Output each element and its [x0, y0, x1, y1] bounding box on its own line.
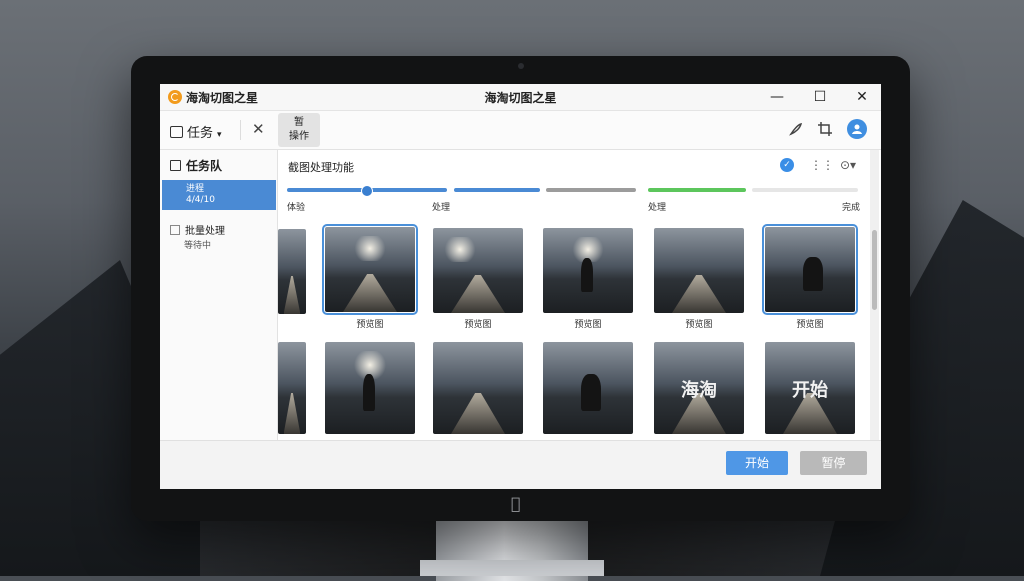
progress-slider-handle[interactable]	[361, 185, 373, 197]
thumbnail[interactable]	[433, 342, 523, 434]
app-window: 海淘切图之星 海淘切图之星 — ☐ ✕ 任务 ▾ ✕ 暂 操作 任务队 进程 4/…	[160, 84, 881, 489]
thumbnail[interactable]: 海淘	[654, 342, 744, 434]
thumbnail[interactable]	[654, 228, 744, 313]
timer-dropdown-icon[interactable]: ⊙▾	[840, 158, 856, 172]
sidebar-title: 任务队	[170, 157, 222, 174]
pause-label-line2: 操作	[289, 131, 309, 142]
minimize-button[interactable]: —	[765, 87, 789, 107]
camera-icon	[518, 63, 524, 69]
more-options-icon[interactable]: ⋮⋮	[810, 158, 834, 172]
task-queue-sidebar: 任务队 进程 4/4/10 批量处理 等待中	[160, 150, 278, 440]
thumbnail-partial[interactable]	[278, 342, 306, 434]
brush-icon[interactable]	[788, 121, 804, 141]
bottom-action-bar: 开始 暂停	[160, 440, 881, 489]
thumbnail[interactable]	[543, 342, 633, 434]
progress-segment-2	[454, 188, 540, 192]
scrollbar-thumb[interactable]	[872, 230, 877, 310]
checkbox-icon	[170, 225, 180, 235]
start-button[interactable]: 开始	[726, 451, 788, 475]
pause-operation-button[interactable]: 暂 操作	[278, 113, 320, 147]
close-task-button[interactable]: ✕	[252, 120, 265, 138]
thumbnail[interactable]	[322, 224, 418, 315]
progress-segment-5	[752, 188, 858, 192]
active-item-line2: 4/4/10	[186, 195, 215, 205]
chevron-down-icon: ▾	[217, 130, 222, 140]
progress-label-2: 处理	[432, 203, 451, 213]
maximize-button[interactable]: ☐	[808, 87, 832, 107]
sidebar-item-batch-status: 等待中	[184, 241, 212, 251]
task-label: 任务	[187, 126, 214, 141]
thumbnail[interactable]	[325, 342, 415, 434]
thumbnail[interactable]: 开始	[765, 342, 855, 434]
thumbnail-partial[interactable]	[278, 229, 306, 314]
thumbnail-caption: 预览图	[574, 320, 602, 330]
progress-segment-3	[546, 188, 636, 192]
thumbnail-caption: 预览图	[685, 320, 713, 330]
thumbnail-overlay-text: 开始	[792, 380, 828, 401]
apple-logo-icon: 	[511, 494, 521, 513]
queue-icon	[170, 160, 181, 171]
sidebar-item-batch-label: 批量处理	[185, 226, 225, 237]
pause-label-line1: 暂	[294, 117, 304, 128]
progress-segment-4	[648, 188, 746, 192]
crop-icon[interactable]	[817, 121, 833, 141]
progress-label-4: 完成	[842, 203, 861, 213]
close-window-button[interactable]: ✕	[850, 87, 874, 107]
title-bar: 海淘切图之星 海淘切图之星 — ☐ ✕	[160, 84, 881, 111]
task-folder-icon	[170, 126, 183, 138]
thumbnail-overlay-text: 海淘	[681, 380, 717, 401]
thumbnail-caption: 预览图	[356, 320, 384, 330]
thumbnail[interactable]	[433, 228, 523, 313]
toolbar-divider	[240, 120, 241, 140]
thumbnail-caption: 预览图	[796, 320, 824, 330]
sidebar-item-batch[interactable]: 批量处理	[170, 222, 225, 237]
check-icon[interactable]: ✓	[780, 158, 794, 172]
progress-label-3: 处理	[648, 203, 667, 213]
task-dropdown[interactable]: 任务 ▾	[170, 122, 222, 141]
toolbar: 任务 ▾ ✕ 暂 操作	[160, 111, 881, 150]
sidebar-title-text: 任务队	[186, 159, 223, 173]
sidebar-item-active[interactable]: 进程 4/4/10	[162, 180, 276, 210]
account-icon[interactable]	[847, 119, 867, 139]
monitor-stand-base	[420, 560, 604, 576]
active-item-line1: 进程	[186, 184, 205, 194]
thumbnail[interactable]	[543, 228, 633, 313]
thumbnail-caption: 预览图	[464, 320, 492, 330]
pause-button[interactable]: 暂停	[800, 451, 867, 475]
thumbnail[interactable]	[762, 224, 858, 315]
main-title: 截图处理功能	[288, 161, 354, 174]
progress-label-1: 体验	[287, 203, 306, 213]
